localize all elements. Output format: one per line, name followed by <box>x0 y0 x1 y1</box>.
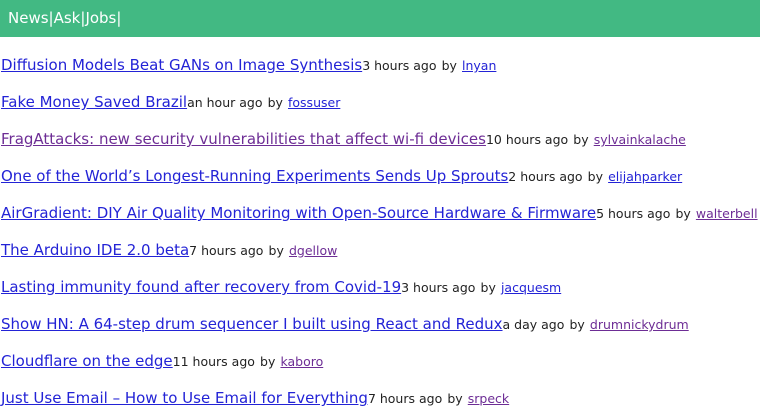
story-item: Fake Money Saved Brazilan hour ago by fo… <box>1 92 340 112</box>
story-title-link[interactable]: The Arduino IDE 2.0 beta <box>1 241 189 259</box>
story-by: by <box>260 354 276 369</box>
story-user-link[interactable]: walterbell <box>696 206 758 221</box>
nav-separator: | <box>116 9 122 27</box>
story-item: Lasting immunity found after recovery fr… <box>1 277 561 297</box>
story-time: 10 hours ago <box>485 132 569 147</box>
story-user-link[interactable]: sylvainkalache <box>594 132 686 147</box>
story-item: FragAttacks: new security vulnerabilitie… <box>1 129 686 149</box>
story-title-link[interactable]: FragAttacks: new security vulnerabilitie… <box>1 130 486 148</box>
story-time: 2 hours ago <box>508 169 583 184</box>
story-user-link[interactable]: elijahparker <box>608 169 682 184</box>
story-title-link[interactable]: Lasting immunity found after recovery fr… <box>1 278 401 296</box>
story-by: by <box>268 243 284 258</box>
story-time: 11 hours ago <box>172 354 255 369</box>
story-by: by <box>569 317 585 332</box>
story-by: by <box>441 58 457 73</box>
story-user-link[interactable]: dgellow <box>289 243 337 258</box>
story-item: Diffusion Models Beat GANs on Image Synt… <box>1 55 496 75</box>
story-by: by <box>573 132 589 147</box>
story-title-link[interactable]: Fake Money Saved Brazil <box>1 93 187 111</box>
top-navbar: News | Ask | Jobs | <box>0 0 760 37</box>
story-title-link[interactable]: Show HN: A 64-step drum sequencer I buil… <box>1 315 503 333</box>
story-by: by <box>675 206 691 221</box>
story-user-link[interactable]: fossuser <box>288 95 340 110</box>
story-title-link[interactable]: AirGradient: DIY Air Quality Monitoring … <box>1 204 596 222</box>
story-time: 7 hours ago <box>367 391 443 406</box>
story-user-link[interactable]: drumnickydrum <box>590 317 689 332</box>
story-title-link[interactable]: Just Use Email – How to Use Email for Ev… <box>1 389 368 407</box>
story-item: The Arduino IDE 2.0 beta7 hours ago by d… <box>1 240 337 260</box>
story-time: 5 hours ago <box>596 206 671 221</box>
nav-link-ask[interactable]: Ask <box>54 11 81 26</box>
story-by: by <box>267 95 283 110</box>
story-user-link[interactable]: lnyan <box>462 58 496 73</box>
story-time: an hour ago <box>187 95 263 110</box>
story-by: by <box>480 280 496 295</box>
story-time: 3 hours ago <box>362 58 437 73</box>
story-item: Show HN: A 64-step drum sequencer I buil… <box>1 314 689 334</box>
story-user-link[interactable]: kaboro <box>280 354 323 369</box>
story-item: One of the World’s Longest-Running Exper… <box>1 166 682 186</box>
story-time: a day ago <box>502 317 565 332</box>
story-item: Just Use Email – How to Use Email for Ev… <box>1 388 509 408</box>
story-title-link[interactable]: Cloudflare on the edge <box>1 352 173 370</box>
nav-link-jobs[interactable]: Jobs <box>85 11 116 26</box>
story-item: AirGradient: DIY Air Quality Monitoring … <box>1 203 758 223</box>
story-time: 3 hours ago <box>401 280 476 295</box>
story-time: 7 hours ago <box>189 243 264 258</box>
story-user-link[interactable]: srpeck <box>468 391 509 406</box>
story-item: Cloudflare on the edge11 hours ago by ka… <box>1 351 323 371</box>
story-by: by <box>447 391 463 406</box>
story-title-link[interactable]: Diffusion Models Beat GANs on Image Synt… <box>1 56 362 74</box>
story-title-link[interactable]: One of the World’s Longest-Running Exper… <box>1 167 508 185</box>
story-user-link[interactable]: jacquesm <box>501 280 561 295</box>
story-by: by <box>587 169 604 184</box>
nav-link-news[interactable]: News <box>8 11 49 26</box>
